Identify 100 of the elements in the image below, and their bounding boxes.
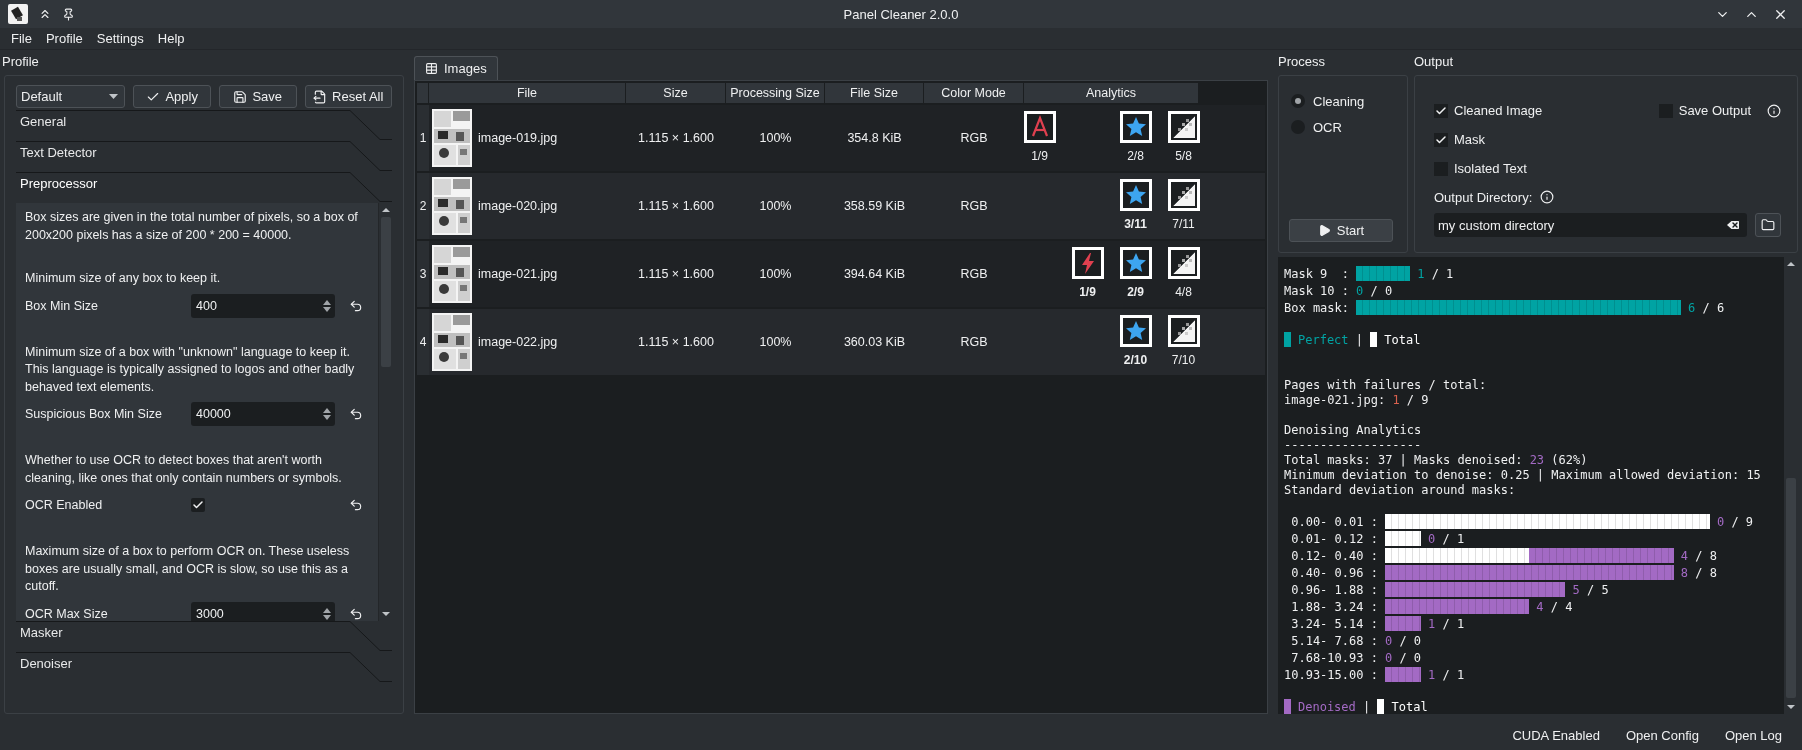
radio-label[interactable]: Cleaning bbox=[1313, 93, 1365, 109]
start-button[interactable]: Start bbox=[1289, 219, 1393, 242]
status-button[interactable]: Open Log bbox=[1724, 725, 1782, 745]
log-label: 0.01- 0.12 : bbox=[1290, 531, 1378, 546]
table-row[interactable]: 4 image-022.jpg 1.115 × 1.600 100% 360.03 KiB RGB 2/10 7/10 bbox=[417, 309, 1265, 375]
toolbar-button[interactable]: Save bbox=[218, 85, 297, 108]
window-title: Panel Cleaner 2.0.0 bbox=[842, 6, 960, 22]
number-field[interactable]: 40000 bbox=[191, 402, 335, 426]
section-header[interactable]: Preprocessor bbox=[16, 172, 392, 203]
menu-item[interactable]: File bbox=[4, 29, 39, 48]
document-icon bbox=[313, 89, 328, 104]
bar-reading: 1 / 1 bbox=[1428, 667, 1465, 682]
directory-field[interactable]: my custom directory bbox=[1434, 213, 1747, 237]
log-line: image-021.jpg: 1 / 9 bbox=[1284, 393, 1430, 408]
checkbox-label[interactable]: Isolated Text bbox=[1454, 161, 1527, 176]
bar-reading: 1 / 1 bbox=[1428, 616, 1465, 631]
log-line: Total masks: 37 | Masks denoised: 23 (62%) bbox=[1284, 453, 1589, 468]
log-label: 0.00- 0.01 : bbox=[1290, 514, 1378, 529]
mask-icon bbox=[1167, 179, 1200, 211]
reset-icon[interactable] bbox=[349, 298, 363, 313]
legend-label: Denoised bbox=[1298, 699, 1356, 714]
number-field[interactable]: 400 bbox=[191, 293, 335, 318]
radio-label[interactable]: OCR bbox=[1313, 119, 1342, 135]
header-corner bbox=[417, 83, 429, 103]
table-row[interactable]: 3 image-021.jpg 1.115 × 1.600 100% 394.64 KiB RGB 1/9 2/9 4/8 bbox=[417, 241, 1265, 307]
analytics-reading: 7/11 bbox=[1172, 217, 1195, 231]
menu-item[interactable]: Help bbox=[150, 29, 192, 48]
scroll-down-icon bbox=[380, 609, 391, 619]
column-header[interactable]: Color Mode bbox=[924, 83, 1024, 103]
checkbox-label[interactable]: Mask bbox=[1454, 132, 1486, 147]
toolbar-button[interactable]: Apply bbox=[133, 85, 211, 108]
column-header[interactable]: File bbox=[429, 83, 626, 103]
checkbox[interactable] bbox=[1434, 132, 1448, 147]
section-header[interactable]: Denoiser bbox=[16, 652, 392, 683]
log-label: Mask 10 : bbox=[1284, 283, 1350, 298]
play-icon bbox=[1317, 224, 1331, 237]
info-icon[interactable] bbox=[1767, 103, 1781, 118]
histogram-bar bbox=[1384, 531, 1422, 546]
section-header[interactable]: Masker bbox=[16, 621, 392, 652]
setting-label: OCR Enabled bbox=[25, 498, 104, 512]
table-row[interactable]: 2 image-020.jpg 1.115 × 1.600 100% 358.59 KiB RGB 3/11 7/11 bbox=[417, 173, 1265, 239]
log-line: ------------------- bbox=[1284, 438, 1423, 453]
column-header[interactable]: Analytics bbox=[1024, 83, 1199, 103]
log-label: 1.88- 3.24 : bbox=[1290, 599, 1378, 614]
checkbox[interactable] bbox=[191, 498, 205, 512]
menu-item[interactable]: Profile bbox=[38, 29, 90, 48]
analytics-reading: 1/9 bbox=[1031, 149, 1048, 163]
column-header[interactable]: Size bbox=[626, 83, 726, 103]
log-line: Standard deviation around masks: bbox=[1284, 483, 1517, 498]
scroll-up-icon bbox=[380, 205, 391, 215]
log-label: 0.12- 0.40 : bbox=[1290, 548, 1378, 563]
status-button[interactable]: CUDA Enabled bbox=[1512, 725, 1600, 745]
row-number: 2 bbox=[417, 173, 429, 239]
table-cell-text: RGB bbox=[959, 198, 989, 215]
number-field[interactable]: 3000 bbox=[191, 601, 335, 621]
mask-icon bbox=[1167, 315, 1200, 347]
column-header[interactable]: File Size bbox=[825, 83, 924, 103]
setting-description: Minimum size of a box with "unknown" language to keep it. This language is typically assigned to logos and other badly behaved text elements. bbox=[25, 343, 356, 396]
status-button[interactable]: Open Config bbox=[1625, 725, 1699, 745]
setting-label: OCR Max Size bbox=[25, 606, 109, 621]
analytics-reading: 2/10 bbox=[1123, 353, 1148, 367]
info-icon[interactable] bbox=[1540, 190, 1555, 204]
menu-item[interactable]: Settings bbox=[89, 29, 151, 48]
radio-button[interactable] bbox=[1291, 94, 1305, 108]
table-cell-text: 100% bbox=[758, 130, 793, 147]
folder-button[interactable] bbox=[1755, 213, 1781, 237]
reset-icon[interactable] bbox=[349, 498, 363, 512]
log-label: 3.24- 5.14 : bbox=[1290, 616, 1378, 631]
analytics-reading: 5/8 bbox=[1175, 149, 1192, 163]
images-tab[interactable]: Images bbox=[414, 56, 498, 80]
legend-label: Total bbox=[1391, 699, 1428, 714]
letter-a-icon bbox=[1023, 111, 1056, 143]
table-cell-text: RGB bbox=[959, 130, 989, 147]
checkbox[interactable] bbox=[1434, 103, 1448, 118]
table-cell-text: 358.59 KiB bbox=[842, 198, 907, 215]
log-label: Box mask: bbox=[1284, 300, 1350, 315]
bar-reading: 6 / 6 bbox=[1688, 300, 1725, 315]
reset-icon[interactable] bbox=[349, 407, 363, 421]
reset-icon[interactable] bbox=[349, 606, 363, 621]
toolbar-button[interactable]: Reset All bbox=[304, 85, 392, 108]
section-header[interactable]: General bbox=[16, 110, 392, 141]
checkbox-label[interactable]: Save Output bbox=[1678, 103, 1751, 118]
log-label: 5.14- 7.68 : bbox=[1290, 633, 1378, 648]
save-icon bbox=[233, 89, 248, 104]
log-separator: | bbox=[1354, 332, 1365, 347]
log-label: 0.40- 0.96 : bbox=[1290, 565, 1378, 580]
pin-icon[interactable] bbox=[62, 7, 75, 21]
lightning-icon bbox=[1071, 247, 1104, 279]
bar-reading: 4 / 4 bbox=[1536, 599, 1573, 614]
checkbox-label[interactable]: Cleaned Image bbox=[1454, 103, 1543, 118]
keep-above-icon[interactable] bbox=[38, 7, 52, 21]
log-line: Pages with failures / total: bbox=[1284, 378, 1488, 393]
section-header[interactable]: Text Detector bbox=[16, 141, 392, 172]
table-cell-text: 100% bbox=[758, 198, 793, 215]
column-header[interactable]: Processing Size bbox=[726, 83, 825, 103]
bar-reading: 4 / 8 bbox=[1680, 548, 1717, 563]
table-cell-text: 1.115 × 1.600 bbox=[637, 266, 715, 283]
table-cell: image-021.jpg bbox=[478, 267, 558, 281]
profile-dropdown[interactable]: Default bbox=[16, 85, 126, 108]
table-row[interactable]: 1 image-019.jpg 1.115 × 1.600 100% 354.8 KiB RGB 1/9 2/8 5/8 bbox=[417, 105, 1265, 171]
